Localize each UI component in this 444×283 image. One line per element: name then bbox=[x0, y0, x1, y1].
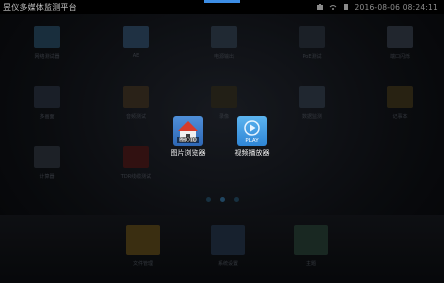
grid-app[interactable]: 多画面 bbox=[17, 86, 77, 144]
grid-app[interactable]: 音频测试 bbox=[106, 86, 166, 144]
app-label: 端口闪烁 bbox=[389, 54, 410, 60]
theme-icon bbox=[294, 225, 328, 255]
dock-app-settings[interactable]: 系统设置 bbox=[198, 225, 258, 283]
app-icon bbox=[299, 26, 325, 48]
dock-row: 文件管理 系统设置 主题 bbox=[100, 225, 360, 283]
app-icon bbox=[123, 26, 149, 48]
app-label: 电源输出 bbox=[213, 54, 234, 60]
grid-app[interactable]: 电源输出 bbox=[194, 26, 254, 84]
app-label: PoE测试 bbox=[302, 54, 322, 60]
page-indicator bbox=[0, 197, 444, 205]
grid-app[interactable]: 计算器 bbox=[17, 146, 77, 204]
app-icon bbox=[387, 26, 413, 48]
page-dot[interactable] bbox=[219, 197, 225, 202]
app-icon bbox=[34, 26, 60, 48]
page-dot[interactable] bbox=[233, 197, 239, 202]
dock-app-file-manager[interactable]: 文件管理 bbox=[113, 225, 173, 283]
photo-viewer-icon: PHOTO bbox=[173, 116, 203, 146]
grid-app[interactable]: 记事本 bbox=[370, 86, 430, 144]
photo-viewer-app[interactable]: PHOTO 图片浏览器 bbox=[160, 116, 216, 158]
status-bar: 昱仪多媒体监测平台 2016-08-06 08:24:11 bbox=[0, 0, 444, 14]
photo-badge-label: PHOTO bbox=[179, 138, 197, 144]
grid-app[interactable]: 数据监测 bbox=[282, 86, 342, 144]
photo-viewer-label: 图片浏览器 bbox=[170, 149, 206, 157]
folder-icon bbox=[126, 225, 160, 255]
app-label: 主题 bbox=[305, 261, 316, 267]
house-icon: PHOTO bbox=[177, 121, 199, 144]
battery-icon bbox=[316, 4, 323, 10]
app-icon bbox=[299, 86, 325, 108]
app-icon bbox=[34, 86, 60, 108]
play-icon: PLAY bbox=[244, 120, 260, 144]
app-label: 文件管理 bbox=[132, 261, 153, 267]
folder-popup: PHOTO 图片浏览器 PLAY 视频播放器 bbox=[160, 107, 290, 165]
app-icon bbox=[123, 86, 149, 108]
page-dot[interactable] bbox=[205, 197, 211, 202]
grid-app[interactable]: PoE测试 bbox=[282, 26, 342, 84]
app-icon bbox=[387, 86, 413, 108]
video-player-icon: PLAY bbox=[237, 116, 267, 146]
app-icon bbox=[34, 146, 60, 168]
app-label: 音频测试 bbox=[125, 114, 146, 120]
play-badge-label: PLAY bbox=[245, 138, 259, 144]
video-player-app[interactable]: PLAY 视频播放器 bbox=[224, 116, 280, 158]
app-label: TDR线缆测试 bbox=[120, 174, 152, 180]
sd-card-icon bbox=[343, 4, 348, 10]
grid-app[interactable]: TDR线缆测试 bbox=[106, 146, 166, 204]
grid-app[interactable]: 端口闪烁 bbox=[370, 26, 430, 84]
app-label: 记事本 bbox=[392, 114, 408, 120]
status-title: 昱仪多媒体监测平台 bbox=[3, 2, 77, 12]
status-time: 2016-08-06 08:24:11 bbox=[354, 2, 438, 12]
app-label: 系统设置 bbox=[217, 261, 238, 267]
grid-app[interactable]: 网络测试器 bbox=[17, 26, 77, 84]
status-right: 2016-08-06 08:24:11 bbox=[316, 0, 438, 14]
app-label: 多画面 bbox=[39, 114, 55, 120]
app-label: 数据监测 bbox=[301, 114, 322, 120]
app-label: 计算器 bbox=[39, 174, 55, 180]
video-player-label: 视频播放器 bbox=[234, 149, 270, 157]
app-label: AE bbox=[132, 53, 140, 59]
gear-icon bbox=[211, 225, 245, 255]
grid-app[interactable]: AE bbox=[106, 26, 166, 84]
app-icon bbox=[211, 26, 237, 48]
app-icon bbox=[123, 146, 149, 168]
home-screen: 昱仪多媒体监测平台 2016-08-06 08:24:11 网络测试器 AE 电… bbox=[0, 0, 444, 283]
wifi-icon bbox=[329, 5, 336, 10]
top-indicator bbox=[204, 0, 240, 3]
app-icon bbox=[211, 86, 237, 108]
app-label: 网络测试器 bbox=[34, 54, 60, 60]
dock-app-theme[interactable]: 主题 bbox=[281, 225, 341, 283]
